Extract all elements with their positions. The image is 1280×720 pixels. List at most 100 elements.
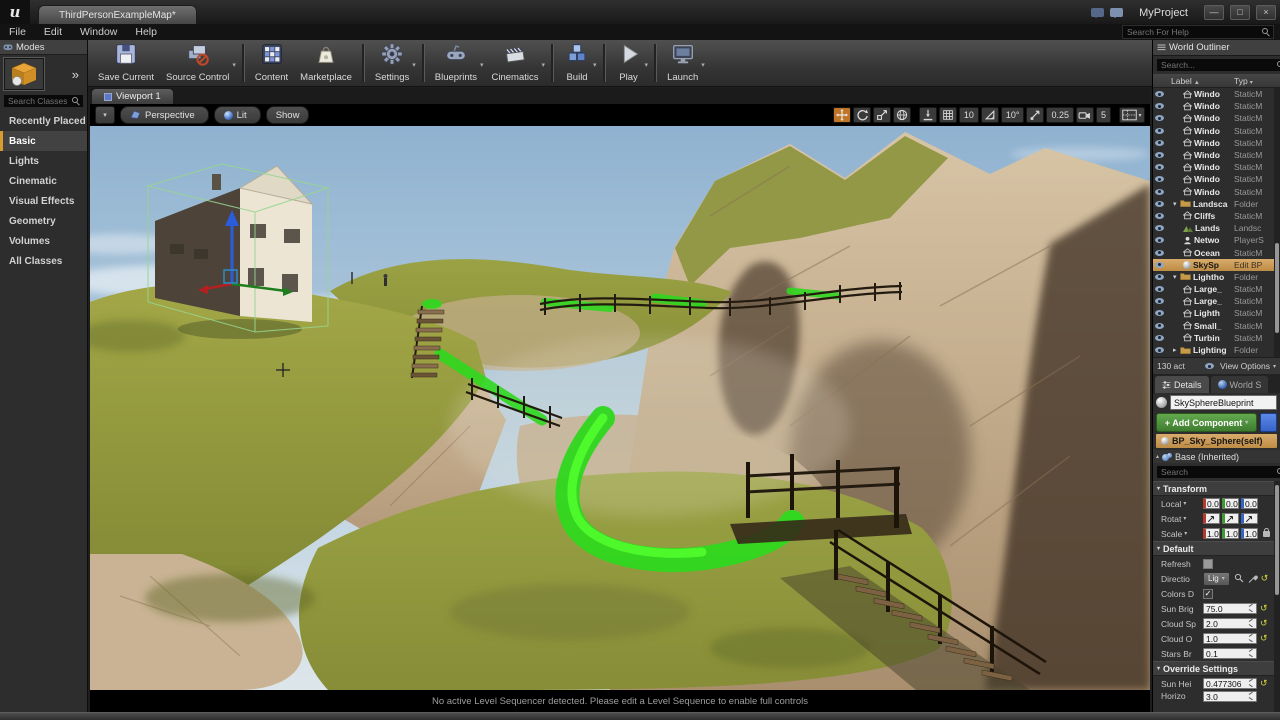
outliner-row-small[interactable]: Small_StaticM (1153, 320, 1280, 332)
number-field[interactable]: 75.0 (1203, 603, 1257, 614)
checkbox[interactable]: ✓ (1203, 589, 1213, 599)
viewport-perspective-button[interactable]: Perspective (120, 106, 209, 124)
toolbar-button-build[interactable]: Build▾ (558, 41, 599, 85)
outliner-column-headers[interactable]: Label▲ Typ▾ (1153, 74, 1280, 88)
visibility-eye-icon[interactable] (1155, 128, 1164, 134)
reset-to-default-icon[interactable]: ↺ (1260, 604, 1268, 613)
outliner-row-windo[interactable]: WindoStaticM (1153, 173, 1280, 185)
visibility-eye-icon[interactable] (1155, 237, 1164, 243)
details-scrollbar[interactable] (1274, 481, 1280, 720)
browse-asset-icon[interactable] (1234, 573, 1244, 585)
visibility-eye-icon[interactable] (1155, 262, 1164, 268)
minimize-button[interactable]: — (1204, 5, 1224, 20)
toolbar-button-cinematics[interactable]: Cinematics▾ (486, 41, 548, 85)
level-tab[interactable]: ThirdPersonExampleMap* (38, 5, 197, 24)
section-header-override-settings[interactable]: ▾Override Settings (1153, 661, 1280, 676)
expander-open-icon[interactable]: ▾ (1173, 200, 1180, 208)
outliner-row-windo[interactable]: WindoStaticM (1153, 100, 1280, 112)
viewport-tab[interactable]: Viewport 1 (92, 89, 173, 104)
community-bubble-icon[interactable] (1110, 8, 1123, 17)
axis-value-field[interactable]: 1.0 (1241, 528, 1258, 539)
modes-category-basic[interactable]: Basic (0, 131, 87, 151)
caret-down-icon[interactable]: ▾ (645, 61, 649, 69)
menu-item-file[interactable]: File (0, 26, 35, 38)
outliner-row-large[interactable]: Large_StaticM (1153, 283, 1280, 295)
modes-panel-header[interactable]: Modes (0, 40, 87, 55)
outliner-row-lighting[interactable]: ▸LightingFolder (1153, 344, 1280, 356)
scale-snap[interactable] (1026, 107, 1044, 123)
outliner-row-lightho[interactable]: ▾LighthoFolder (1153, 271, 1280, 283)
visibility-eye-icon[interactable] (1155, 225, 1164, 231)
outliner-row-windo[interactable]: WindoStaticM (1153, 137, 1280, 149)
toolbar-button-source-control[interactable]: Source Control▾ (160, 41, 238, 85)
toolbar-button-content[interactable]: Content (249, 41, 294, 85)
menu-item-window[interactable]: Window (71, 26, 126, 38)
outliner-row-turbin[interactable]: TurbinStaticM (1153, 332, 1280, 344)
reset-to-default-icon[interactable]: ↺ (1260, 619, 1268, 628)
grid-snap[interactable] (939, 107, 957, 123)
caret-down-icon[interactable]: ▾ (232, 61, 236, 69)
outliner-row-lands[interactable]: LandsLandsc (1153, 222, 1280, 234)
number-field[interactable]: 3.0 (1203, 691, 1257, 702)
outliner-row-windo[interactable]: WindoStaticM (1153, 161, 1280, 173)
drag-spinner-icon[interactable] (1248, 648, 1254, 660)
drag-spinner-icon[interactable] (1248, 618, 1254, 630)
visibility-eye-icon[interactable] (1155, 335, 1164, 341)
section-header-default[interactable]: ▾Default (1153, 541, 1280, 556)
move-tool[interactable] (833, 107, 851, 123)
outliner-row-ocean[interactable]: OceanStaticM (1153, 246, 1280, 258)
tab-world-settings[interactable]: World S (1211, 376, 1269, 393)
drag-spinner-icon[interactable] (1248, 603, 1254, 615)
caret-down-icon[interactable]: ▾ (1183, 500, 1186, 507)
caret-down-icon[interactable]: ▾ (593, 61, 597, 69)
visibility-eye-icon[interactable] (1155, 201, 1164, 207)
scale-snap-value[interactable]: 0.25 (1046, 107, 1074, 123)
visibility-eye-icon[interactable] (1155, 152, 1164, 158)
toolbar-button-marketplace[interactable]: Marketplace (294, 41, 358, 85)
outliner-scrollbar[interactable] (1274, 88, 1280, 357)
place-mode-tile[interactable] (4, 58, 44, 90)
caret-down-icon[interactable]: ▾ (480, 61, 484, 69)
rotation-snap[interactable] (981, 107, 999, 123)
modes-category-lights[interactable]: Lights (0, 151, 87, 171)
checkbox[interactable] (1203, 559, 1213, 569)
visibility-eye-icon[interactable] (1155, 286, 1164, 292)
outliner-search-input[interactable] (1157, 60, 1276, 70)
asset-dropdown[interactable]: Lig▾ (1203, 572, 1230, 586)
axis-value-field[interactable] (1241, 513, 1258, 524)
caret-down-icon[interactable]: ▾ (1184, 530, 1187, 537)
component-row-selected[interactable]: BP_Sky_Sphere(self) (1156, 434, 1277, 448)
actor-name-field[interactable] (1170, 395, 1277, 410)
outliner-row-windo[interactable]: WindoStaticM (1153, 125, 1280, 137)
number-field[interactable]: 1.0 (1203, 633, 1257, 644)
world-coordinate-toggle[interactable] (893, 107, 911, 123)
rotation-snap-value[interactable]: 10° (1001, 107, 1025, 123)
section-header-transform[interactable]: ▾Transform (1153, 481, 1280, 496)
outliner-scrollbar-thumb[interactable] (1275, 243, 1279, 333)
visibility-eye-icon[interactable] (1155, 250, 1164, 256)
scale-tool[interactable] (873, 107, 891, 123)
visibility-eye-icon[interactable] (1155, 347, 1164, 353)
caret-down-icon[interactable]: ▾ (701, 61, 705, 69)
number-field[interactable]: 0.1 (1203, 648, 1257, 659)
number-field[interactable]: 0.477306 (1203, 678, 1257, 689)
outliner-row-cliffs[interactable]: CliffsStaticM (1153, 210, 1280, 222)
eyedropper-icon[interactable] (1248, 573, 1258, 585)
reset-to-default-icon[interactable]: ↺ (1260, 679, 1268, 688)
caret-down-icon[interactable]: ▾ (1183, 515, 1186, 522)
visibility-eye-icon[interactable] (1155, 164, 1164, 170)
add-component-button[interactable]: + Add Component▾ (1156, 413, 1257, 432)
drag-spinner-icon[interactable] (1248, 691, 1254, 703)
modes-search-input[interactable] (4, 96, 71, 106)
caret-down-icon[interactable]: ▾ (412, 61, 416, 69)
modes-category-recently-placed[interactable]: Recently Placed (0, 111, 87, 131)
caret-down-icon[interactable]: ▾ (542, 61, 546, 69)
visibility-eye-icon[interactable] (1155, 310, 1164, 316)
visibility-eye-icon[interactable] (1155, 213, 1164, 219)
outliner-row-windo[interactable]: WindoStaticM (1153, 112, 1280, 124)
help-search-input[interactable] (1123, 27, 1261, 37)
rotate-tool[interactable] (853, 107, 871, 123)
viewport-options-button[interactable]: ▾ (95, 106, 115, 124)
visibility-eye-icon[interactable] (1155, 103, 1164, 109)
axis-value-field[interactable] (1222, 513, 1239, 524)
